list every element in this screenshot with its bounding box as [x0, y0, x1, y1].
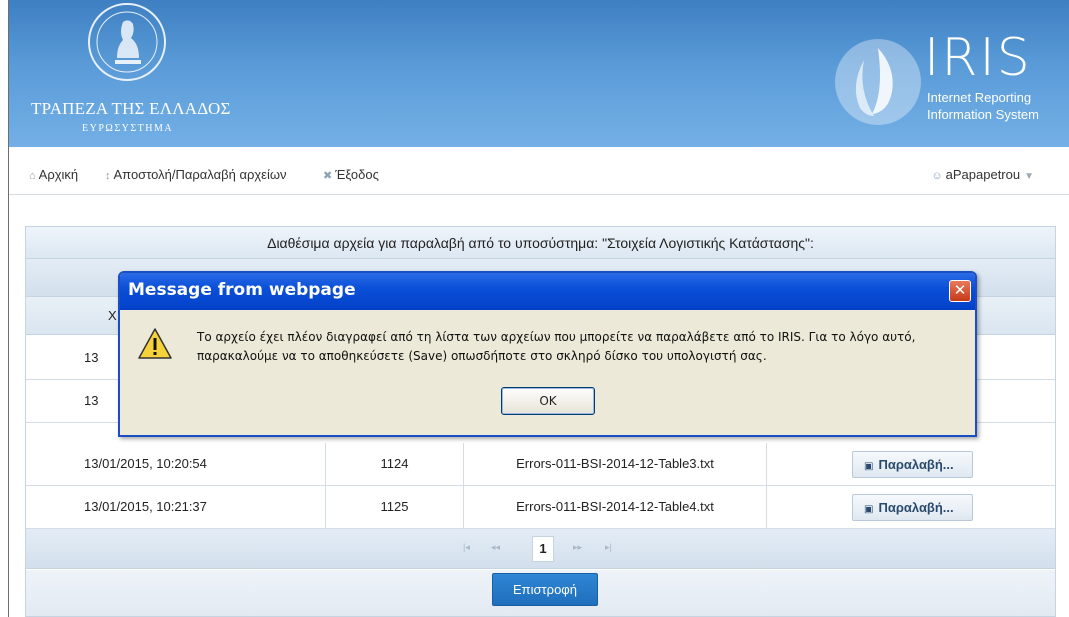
- warning-icon: [138, 328, 172, 359]
- save-icon: ▣: [864, 461, 874, 472]
- nav-file-transfer[interactable]: ↕ Αποστολή/Παραλαβή αρχείων: [105, 167, 287, 182]
- cell-action: ▣ Παραλαβή...: [767, 486, 1055, 528]
- home-icon: ⌂: [29, 170, 36, 182]
- dialog-message-line2: παρακαλούμε να το αποθηκεύσετε (Save) οπ…: [197, 349, 767, 363]
- first-page-button[interactable]: |◂: [463, 542, 470, 553]
- user-name: aPapapetrou: [945, 167, 1021, 182]
- up-down-arrows-icon: ↕: [105, 170, 111, 182]
- download-button-label: Παραλαβή...: [878, 500, 954, 515]
- cell-file: Errors-011-BSI-2014-12-Table3.txt: [464, 443, 767, 485]
- iris-subtitle-line1: Internet Reporting: [927, 90, 1032, 105]
- chevron-down-icon: ▼: [1024, 171, 1034, 182]
- table-row: 13/01/2015, 10:21:37 1125 Errors-011-BSI…: [26, 486, 1055, 529]
- close-icon: ✖: [323, 170, 333, 182]
- top-nav: ⌂ Αρχική ↕ Αποστολή/Παραλαβή αρχείων ✖ Έξοδ…: [9, 147, 1069, 195]
- last-page-button[interactable]: ▸|: [605, 542, 612, 553]
- dialog-close-button[interactable]: ✕: [949, 280, 971, 302]
- cell-action: ▣ Παραλαβή...: [767, 443, 1055, 485]
- download-button[interactable]: ▣ Παραλαβή...: [852, 494, 973, 521]
- bank-name: ΤΡΑΠΕΖΑ ΤΗΣ ΕΛΛΑΔΟΣ: [31, 99, 231, 118]
- cell-file: Errors-011-BSI-2014-12-Table4.txt: [464, 486, 767, 528]
- save-icon: ▣: [864, 504, 874, 515]
- dialog-message-line1: Το αρχείο έχει πλέον διαγραφεί από τη λί…: [197, 330, 916, 344]
- nav-file-transfer-label: Αποστολή/Παραλαβή αρχείων: [113, 167, 287, 182]
- dialog-message: Το αρχείο έχει πλέον διαγραφεί από τη λί…: [197, 328, 967, 366]
- iris-subtitle-line2: Information System: [927, 107, 1039, 122]
- iris-wordmark: IRIS: [924, 28, 1032, 88]
- header-banner: ΤΡΑΠΕΖΑ ΤΗΣ ΕΛΛΑΔΟΣ ΕΥΡΩΣΥΣΤΗΜΑ IRIS Int…: [9, 0, 1069, 147]
- prev-page-button[interactable]: ◂◂: [491, 542, 500, 553]
- bottom-pager: |◂ ◂◂ 1 ▸▸ ▸|: [26, 529, 1055, 569]
- bank-subtitle: ΕΥΡΩΣΥΣΤΗΜΑ: [82, 123, 174, 134]
- nav-home-label: Αρχική: [38, 167, 79, 182]
- iris-logo-icon: [835, 39, 921, 125]
- cell-id: 1125: [326, 486, 464, 528]
- dialog-title: Message from webpage: [128, 280, 356, 300]
- back-button[interactable]: Επιστροφή: [492, 573, 598, 606]
- ok-button[interactable]: OK: [501, 387, 595, 415]
- back-area: Επιστροφή: [26, 570, 1055, 616]
- cell-date: 13/01/2015, 10:21:37: [26, 486, 326, 528]
- dialog-titlebar[interactable]: Message from webpage ✕: [120, 273, 975, 310]
- panel-title: Διαθέσιμα αρχεία για παραλαβή από το υπο…: [26, 227, 1055, 259]
- next-page-button[interactable]: ▸▸: [573, 542, 582, 553]
- cell-id: 1124: [326, 443, 464, 485]
- iris-subtitle: Internet Reporting Information System: [927, 89, 1039, 123]
- download-button-label: Παραλαβή...: [878, 457, 954, 472]
- table-row: 13/01/2015, 10:20:54 1124 Errors-011-BSI…: [26, 443, 1055, 486]
- bank-seal-logo: [88, 3, 166, 81]
- cell-date: 13/01/2015, 10:20:54: [26, 443, 326, 485]
- message-dialog: Message from webpage ✕ Το αρχείο έχει πλ…: [118, 271, 977, 437]
- column-header-date: Χ: [108, 308, 117, 323]
- current-page[interactable]: 1: [532, 536, 554, 562]
- user-icon: ☺: [931, 170, 943, 182]
- nav-home[interactable]: ⌂ Αρχική: [29, 167, 78, 182]
- download-button[interactable]: ▣ Παραλαβή...: [852, 451, 973, 478]
- user-menu[interactable]: ☺ aPapapetrou ▼: [931, 167, 1034, 182]
- nav-logout-label: Έξοδος: [335, 167, 379, 182]
- nav-logout[interactable]: ✖ Έξοδος: [323, 167, 379, 182]
